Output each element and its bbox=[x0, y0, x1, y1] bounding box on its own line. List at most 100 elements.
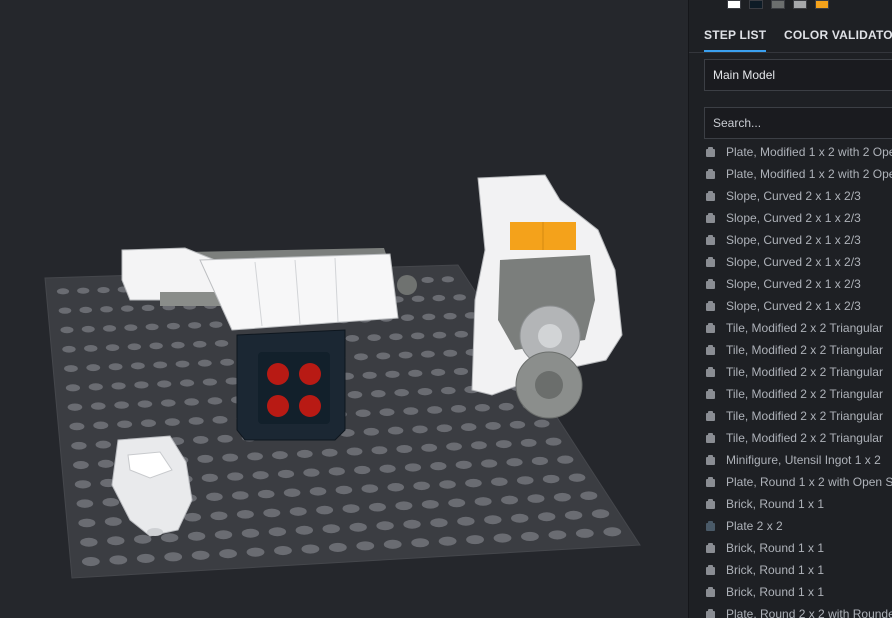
baseplate-stud bbox=[506, 458, 523, 467]
baseplate-stud bbox=[179, 379, 195, 387]
step-list-item[interactable]: Plate, Round 2 x 2 with Rounded Bottom bbox=[689, 603, 892, 618]
model-select[interactable]: Main Model bbox=[704, 59, 892, 91]
baseplate-stud bbox=[268, 527, 287, 537]
baseplate-stud bbox=[498, 402, 514, 411]
baseplate-stud bbox=[553, 492, 571, 502]
baseplate-stud bbox=[379, 464, 396, 473]
baseplate-stud bbox=[355, 409, 371, 418]
baseplate-stud bbox=[495, 440, 512, 449]
step-list-item[interactable]: Plate, Modified 1 x 2 with 2 Open O-Clip… bbox=[689, 145, 892, 163]
search-input[interactable]: Search... bbox=[704, 107, 892, 139]
step-list-item[interactable]: Plate, Round 1 x 2 with Open Stud bbox=[689, 471, 892, 493]
step-list-item[interactable]: Tile, Modified 2 x 2 Triangular bbox=[689, 317, 892, 339]
baseplate-stud bbox=[84, 345, 98, 352]
baseplate-stud bbox=[137, 400, 153, 408]
step-list-item[interactable]: Slope, Curved 2 x 1 x 2/3 bbox=[689, 251, 892, 273]
baseplate-stud bbox=[335, 485, 353, 495]
model-render[interactable] bbox=[0, 0, 688, 618]
baseplate-stud bbox=[413, 481, 430, 491]
step-list-item[interactable]: Plate 2 x 2 bbox=[689, 515, 892, 537]
step-label: Plate, Round 1 x 2 with Open Stud bbox=[726, 475, 892, 489]
step-list-item[interactable]: Tile, Modified 2 x 2 Triangular bbox=[689, 361, 892, 383]
step-list-item[interactable]: Slope, Curved 2 x 1 x 2/3 bbox=[689, 207, 892, 229]
step-list-item[interactable]: Plate, Modified 1 x 2 with 2 Open O-Clip… bbox=[689, 163, 892, 185]
step-list-item[interactable]: Minifigure, Utensil Ingot 1 x 2 bbox=[689, 449, 892, 471]
baseplate-stud bbox=[474, 403, 490, 412]
baseplate-stud bbox=[222, 453, 239, 462]
step-list-item[interactable]: Brick, Round 1 x 1 bbox=[689, 537, 892, 559]
step-list-item[interactable]: Slope, Curved 2 x 1 x 2/3 bbox=[689, 273, 892, 295]
baseplate-stud bbox=[441, 386, 456, 395]
baseplate-stud bbox=[257, 489, 275, 499]
swatch-white[interactable] bbox=[727, 0, 741, 9]
baseplate-stud bbox=[349, 522, 367, 532]
grey-orange-ship bbox=[471, 174, 623, 419]
baseplate-stud bbox=[474, 497, 492, 506]
baseplate-stud bbox=[111, 382, 126, 390]
baseplate-stud bbox=[443, 349, 458, 357]
baseplate-stud bbox=[396, 445, 413, 454]
baseplate-stud bbox=[62, 345, 76, 353]
brick-icon bbox=[706, 521, 715, 531]
brick-icon bbox=[706, 191, 715, 201]
baseplate-stud bbox=[134, 534, 152, 544]
baseplate-stud bbox=[277, 469, 295, 479]
step-list-item[interactable]: Tile, Modified 2 x 2 Triangular bbox=[689, 339, 892, 361]
baseplate-stud bbox=[76, 499, 94, 508]
step-list-item[interactable]: Slope, Curved 2 x 1 x 2/3 bbox=[689, 295, 892, 317]
baseplate-stud bbox=[345, 335, 360, 342]
baseplate-stud bbox=[120, 305, 134, 312]
swatch-light-grey[interactable] bbox=[793, 0, 807, 9]
step-label: Tile, Modified 2 x 2 Triangular bbox=[726, 343, 883, 357]
baseplate-stud bbox=[309, 487, 327, 496]
tab-step-list[interactable]: STEP LIST bbox=[704, 22, 767, 52]
baseplate-stud bbox=[385, 370, 400, 378]
swatch-dark-grey[interactable] bbox=[771, 0, 785, 9]
baseplate-stud bbox=[212, 416, 228, 424]
baseplate-stud bbox=[141, 304, 155, 312]
baseplate-stud bbox=[603, 527, 622, 537]
baseplate-stud bbox=[171, 341, 185, 349]
step-list-item[interactable]: Slope, Curved 2 x 1 x 2/3 bbox=[689, 185, 892, 207]
step-list-item[interactable]: Tile, Modified 2 x 2 Triangular bbox=[689, 427, 892, 449]
baseplate-stud bbox=[209, 321, 223, 328]
baseplate-stud bbox=[103, 325, 117, 332]
baseplate-stud bbox=[149, 342, 163, 350]
baseplate-stud bbox=[191, 550, 210, 560]
baseplate-stud bbox=[93, 421, 109, 430]
step-list-item[interactable]: Brick, Round 1 x 1 bbox=[689, 559, 892, 581]
baseplate-stud bbox=[207, 397, 223, 405]
baseplate-stud bbox=[193, 340, 207, 348]
step-list-item[interactable]: Brick, Round 1 x 1 bbox=[689, 581, 892, 603]
baseplate-stud bbox=[398, 351, 413, 359]
baseplate-stud bbox=[109, 555, 128, 565]
baseplate-stud bbox=[219, 549, 237, 559]
baseplate-stud bbox=[74, 480, 91, 489]
baseplate-stud bbox=[184, 398, 199, 406]
baseplate-stud bbox=[86, 364, 101, 372]
baseplate-stud bbox=[175, 360, 190, 368]
step-list-item[interactable]: Slope, Curved 2 x 1 x 2/3 bbox=[689, 229, 892, 251]
step-list-item[interactable]: Tile, Modified 2 x 2 Triangular bbox=[689, 383, 892, 405]
step-label: Slope, Curved 2 x 1 x 2/3 bbox=[726, 299, 861, 313]
swatch-navy[interactable] bbox=[749, 0, 763, 9]
tab-color-validator[interactable]: COLOR VALIDATOR bbox=[784, 22, 892, 52]
step-label: Brick, Round 1 x 1 bbox=[726, 541, 825, 555]
baseplate-stud bbox=[453, 294, 466, 301]
step-list-item[interactable]: Brick, Round 1 x 1 bbox=[689, 493, 892, 515]
baseplate-stud bbox=[367, 334, 381, 341]
baseplate-stud bbox=[107, 536, 125, 546]
baseplate-stud bbox=[71, 441, 87, 450]
baseplate-stud bbox=[114, 401, 129, 409]
baseplate-stud bbox=[453, 367, 469, 376]
3d-viewport[interactable] bbox=[0, 0, 688, 618]
baseplate-stud bbox=[157, 380, 172, 388]
step-label: Tile, Modified 2 x 2 Triangular bbox=[726, 387, 883, 401]
baseplate-stud bbox=[64, 365, 78, 373]
baseplate-stud bbox=[471, 441, 487, 450]
baseplate-stud bbox=[316, 505, 334, 515]
step-list-item[interactable]: Tile, Modified 2 x 2 Triangular bbox=[689, 405, 892, 427]
swatch-orange[interactable] bbox=[815, 0, 829, 9]
baseplate-stud bbox=[134, 381, 149, 389]
baseplate-stud bbox=[236, 510, 254, 519]
